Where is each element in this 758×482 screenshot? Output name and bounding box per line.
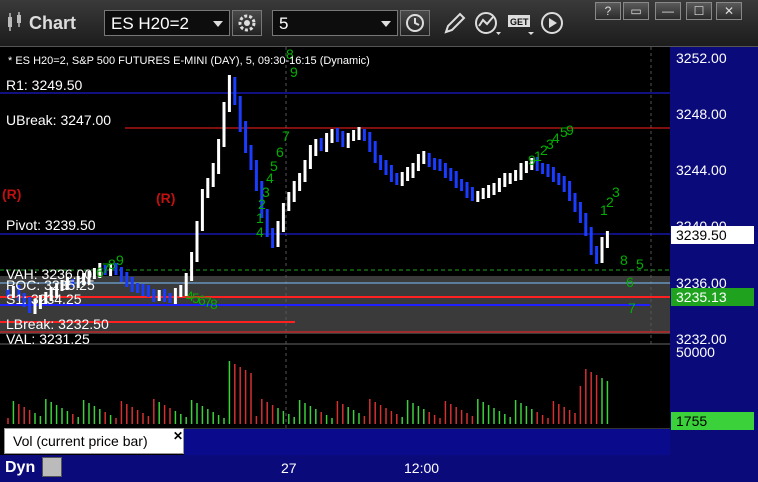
s1-label: S1: 3234.25 bbox=[6, 291, 82, 307]
td-count-digit: 9 bbox=[528, 152, 536, 168]
td-counts: 89765432198765432198765432148 5679 bbox=[96, 47, 644, 316]
td-count-digit: 6 bbox=[626, 274, 634, 290]
dyn-label: Dyn bbox=[5, 459, 36, 476]
svg-text:GET: GET bbox=[510, 17, 529, 27]
volume-current-badge: 1755 bbox=[671, 412, 754, 430]
lbreak-label: LBreak: 3232.50 bbox=[6, 316, 109, 332]
play-icon[interactable] bbox=[538, 8, 568, 38]
help-icon: ? bbox=[604, 4, 612, 18]
level-price-badge: 3235.13 bbox=[671, 288, 754, 306]
indicator-icon[interactable] bbox=[472, 8, 502, 38]
td-count-digit: 7 bbox=[282, 128, 290, 144]
maximize-icon: ☐ bbox=[693, 4, 705, 18]
volume-legend[interactable]: Vol (current price bar) ✕ bbox=[4, 428, 184, 454]
time-button[interactable] bbox=[400, 10, 430, 36]
td-count-digit: 5 bbox=[636, 256, 644, 272]
close-icon[interactable]: ✕ bbox=[173, 429, 183, 443]
close-icon: ✕ bbox=[723, 4, 735, 18]
price-tick: 3244.00 bbox=[676, 162, 727, 178]
close-button[interactable]: ✕ bbox=[716, 2, 742, 20]
time-axis[interactable] bbox=[0, 455, 758, 482]
price-chart[interactable]: 89765432198765432198765432148 5679 bbox=[0, 47, 670, 428]
period-value: 5 bbox=[279, 14, 289, 33]
td-count-digit: 9 bbox=[566, 122, 574, 138]
pencil-icon[interactable] bbox=[440, 8, 470, 38]
price-tick: 3252.00 bbox=[676, 50, 727, 66]
gear-icon bbox=[238, 14, 256, 32]
volume-tick: 50000 bbox=[676, 344, 715, 360]
chevron-down-icon bbox=[213, 21, 223, 27]
volume-legend-label: Vol (current price bar) bbox=[13, 433, 148, 449]
period-dropdown[interactable]: 5 bbox=[272, 10, 398, 36]
symbol-value: ES H20=2 bbox=[111, 14, 189, 33]
minimize-button[interactable]: — bbox=[655, 2, 681, 20]
r-marker: (R) bbox=[156, 190, 176, 206]
pivot-label: Pivot: 3239.50 bbox=[6, 217, 96, 233]
val-label: VAL: 3231.25 bbox=[6, 331, 90, 347]
restore-button[interactable]: ▭ bbox=[623, 2, 649, 20]
volume-bars bbox=[7, 361, 609, 424]
td-count-digit: 9 bbox=[116, 252, 124, 268]
get-data-icon[interactable]: GET bbox=[506, 8, 536, 38]
restore-icon: ▭ bbox=[630, 4, 642, 18]
volume-legend-strip bbox=[184, 428, 670, 455]
time-tick: 27 bbox=[281, 460, 297, 476]
maximize-button[interactable]: ☐ bbox=[686, 2, 712, 20]
chevron-down-icon bbox=[381, 21, 391, 27]
chart-titlebar: Chart ES H20=2 5 GET ? ▭ — ☐ ✕ bbox=[0, 0, 758, 47]
window-title: Chart bbox=[29, 13, 77, 33]
r-marker: (R) bbox=[2, 186, 22, 202]
ubreak-label: UBreak: 3247.00 bbox=[6, 112, 112, 128]
last-price-badge: 3239.50 bbox=[671, 226, 754, 244]
td-count-digit: 8 bbox=[620, 252, 628, 268]
dyn-settings-icon[interactable] bbox=[42, 457, 62, 477]
settings-button[interactable] bbox=[232, 10, 262, 36]
symbol-description: * ES H20=2, S&P 500 FUTURES E-MINI (DAY)… bbox=[8, 55, 370, 67]
price-tick: 3248.00 bbox=[676, 106, 727, 122]
chart-app-icon bbox=[8, 12, 21, 31]
clock-icon bbox=[406, 14, 424, 32]
td-count-digit: 4 bbox=[256, 224, 264, 240]
td-count-digit: 4 bbox=[186, 288, 194, 304]
td-count-digit: 6 bbox=[96, 264, 104, 280]
minimize-icon: — bbox=[662, 4, 674, 18]
td-count-digit: 1 bbox=[600, 202, 608, 218]
symbol-dropdown[interactable]: ES H20=2 bbox=[104, 10, 230, 36]
help-button[interactable]: ? bbox=[595, 2, 621, 20]
td-count-digit: 7 bbox=[628, 300, 636, 316]
time-tick: 12:00 bbox=[404, 460, 440, 476]
r1-label: R1: 3249.50 bbox=[6, 77, 83, 93]
